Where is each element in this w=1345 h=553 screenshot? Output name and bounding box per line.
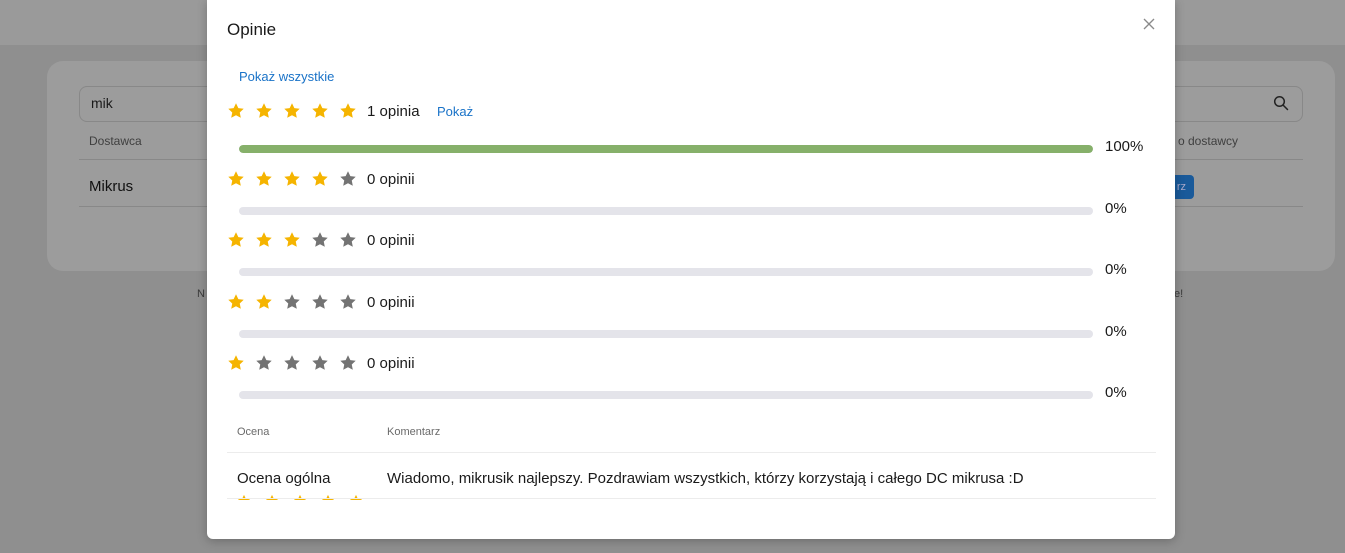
star-empty-icon bbox=[312, 232, 328, 247]
star-filled-icon bbox=[266, 494, 278, 500]
close-icon[interactable] bbox=[1141, 16, 1157, 32]
search-input-value: mik bbox=[91, 95, 113, 111]
rating-percent: 0% bbox=[1105, 323, 1127, 340]
footer-text-left: N bbox=[197, 288, 205, 300]
footer-text-right: e! bbox=[1174, 288, 1184, 300]
star-empty-icon bbox=[284, 294, 300, 309]
rating-percent: 0% bbox=[1105, 200, 1127, 217]
rating-count: 0 opinii bbox=[367, 294, 415, 311]
show-all-link[interactable]: Pokaż wszystkie bbox=[239, 69, 334, 84]
rating-count: 0 opinii bbox=[367, 355, 415, 372]
star-filled-icon bbox=[228, 171, 244, 186]
rating-count: 0 opinii bbox=[367, 232, 415, 249]
review-stars bbox=[237, 494, 377, 500]
review-comment: Wiadomo, mikrusik najlepszy. Pozdrawiam … bbox=[387, 470, 1024, 487]
table-divider bbox=[227, 452, 1156, 453]
supplier-cell: Mikrus bbox=[89, 178, 134, 195]
star-filled-icon bbox=[228, 294, 244, 309]
opinions-modal: Opinie Pokaż wszystkie 1 opinia Pokaż 100%… bbox=[207, 0, 1175, 539]
review-rating-label: Ocena ogólna bbox=[237, 470, 331, 487]
column-header-supplier: Dostawca bbox=[89, 134, 142, 148]
star-filled-icon bbox=[322, 494, 334, 500]
star-filled-icon bbox=[256, 171, 272, 186]
show-link[interactable]: Pokaż bbox=[437, 104, 473, 119]
rating-percent: 100% bbox=[1105, 138, 1144, 155]
table-divider bbox=[227, 498, 1156, 499]
column-header-partial: o dostawcy bbox=[1178, 134, 1239, 148]
star-empty-icon bbox=[340, 171, 356, 186]
rating-percent: 0% bbox=[1105, 384, 1127, 401]
rating-bar bbox=[239, 330, 1093, 338]
star-filled-icon bbox=[312, 171, 328, 186]
rating-bar bbox=[239, 391, 1093, 399]
star-filled-icon bbox=[228, 355, 244, 370]
rating-bar bbox=[239, 145, 1093, 153]
rating-percent: 0% bbox=[1105, 261, 1127, 278]
rating-count: 1 opinia bbox=[367, 103, 420, 120]
star-empty-icon bbox=[312, 355, 328, 370]
column-header-rating: Ocena bbox=[237, 426, 270, 438]
star-filled-icon bbox=[284, 232, 300, 247]
star-filled-icon bbox=[284, 103, 300, 118]
star-filled-icon bbox=[256, 103, 272, 118]
star-filled-icon bbox=[340, 103, 356, 118]
search-icon[interactable] bbox=[1273, 95, 1289, 111]
star-filled-icon bbox=[312, 103, 328, 118]
star-empty-icon bbox=[340, 355, 356, 370]
rating-bar bbox=[239, 207, 1093, 215]
star-filled-icon bbox=[294, 494, 306, 500]
column-header-comment: Komentarz bbox=[387, 426, 441, 438]
star-filled-icon bbox=[256, 232, 272, 247]
star-empty-icon bbox=[312, 294, 328, 309]
modal-title: Opinie bbox=[227, 20, 277, 39]
star-empty-icon bbox=[340, 294, 356, 309]
star-filled-icon bbox=[228, 232, 244, 247]
star-empty-icon bbox=[340, 232, 356, 247]
star-filled-icon bbox=[350, 494, 362, 500]
star-filled-icon bbox=[228, 103, 244, 118]
star-filled-icon bbox=[256, 294, 272, 309]
star-empty-icon bbox=[284, 355, 300, 370]
rating-bar bbox=[239, 268, 1093, 276]
star-empty-icon bbox=[256, 355, 272, 370]
rating-bar-fill bbox=[239, 145, 1093, 153]
rating-count: 0 opinii bbox=[367, 171, 415, 188]
star-filled-icon bbox=[238, 494, 250, 500]
star-filled-icon bbox=[284, 171, 300, 186]
